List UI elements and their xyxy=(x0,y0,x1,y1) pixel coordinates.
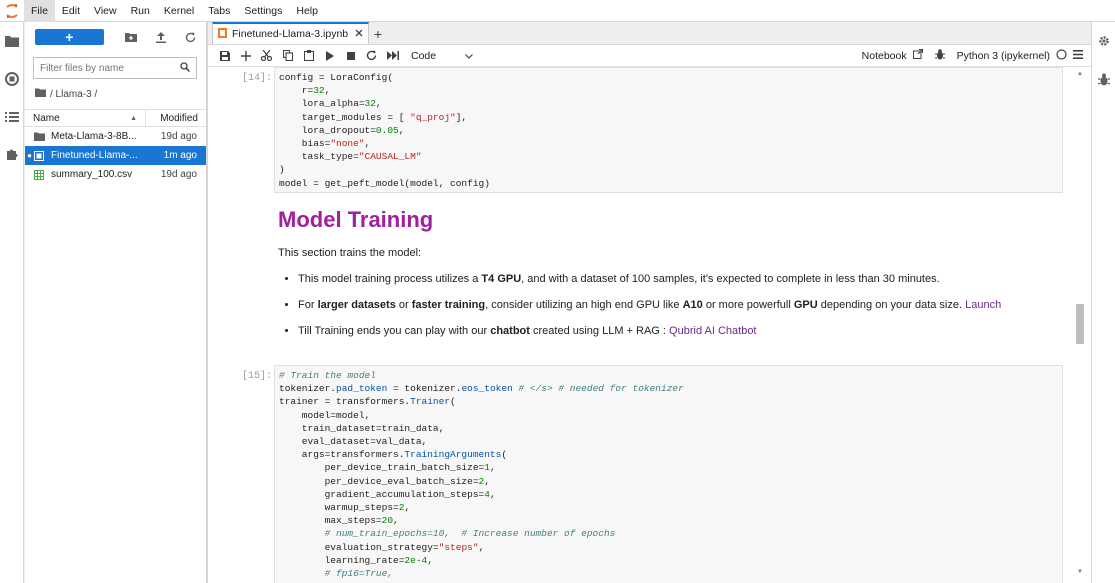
file-filter-box xyxy=(33,57,197,79)
new-folder-icon[interactable] xyxy=(116,27,146,47)
restart-icon[interactable] xyxy=(361,46,382,66)
notebook-panel: Finetuned-Llama-3.ipynb + Code Notebook … xyxy=(208,22,1091,583)
add-cell-icon[interactable] xyxy=(235,46,256,66)
tab-title: Finetuned-Llama-3.ipynb xyxy=(232,28,349,40)
extension-puzzle-icon[interactable] xyxy=(0,136,24,174)
chevron-down-icon xyxy=(465,50,473,62)
notebook-cells: [14]: config = LoraConfig( r=32, lora_al… xyxy=(208,67,1091,583)
menu-icon[interactable] xyxy=(1073,49,1083,62)
menu-view[interactable]: View xyxy=(87,0,124,22)
list-item: This model training process utilizes a T… xyxy=(298,273,1058,285)
debugger-bug-icon[interactable] xyxy=(1092,60,1115,98)
add-tab-button[interactable]: + xyxy=(369,24,387,44)
bug-icon[interactable] xyxy=(934,48,945,63)
save-icon[interactable] xyxy=(214,46,235,66)
csv-icon xyxy=(34,169,49,180)
column-header-name[interactable]: Name ▲ xyxy=(25,109,146,127)
file-row[interactable]: Meta-Llama-3-8B... 19d ago xyxy=(25,127,206,146)
launch-link[interactable]: Launch xyxy=(965,299,1001,311)
scrollbar-thumb[interactable] xyxy=(1076,304,1084,344)
notebook-label[interactable]: Notebook xyxy=(862,50,907,62)
section-heading: Model Training xyxy=(278,207,434,232)
cell-prompt: [14]: xyxy=(241,73,272,84)
fast-forward-icon[interactable] xyxy=(382,46,403,66)
menu-help[interactable]: Help xyxy=(289,0,325,22)
cell-prompt: [15]: xyxy=(241,371,272,382)
file-list-header: Name ▲ Modified xyxy=(25,109,206,127)
scroll-down-icon[interactable]: ▼ xyxy=(1077,569,1083,575)
stop-icon[interactable] xyxy=(340,46,361,66)
kernel-name[interactable]: Python 3 (ipykernel) xyxy=(957,50,1050,62)
notebook-toolbar: Code Notebook Python 3 (ipykernel) xyxy=(208,45,1091,67)
list-item: For larger datasets or faster training, … xyxy=(298,299,1058,311)
folder-icon[interactable] xyxy=(0,22,24,60)
breadcrumb: / Llama-3 / xyxy=(25,79,206,109)
tab-bar: Finetuned-Llama-3.ipynb + xyxy=(208,22,1091,45)
search-icon xyxy=(180,61,191,75)
folder-icon[interactable] xyxy=(35,88,46,100)
md-intro: This section trains the model: xyxy=(278,247,422,259)
menu-file[interactable]: File xyxy=(24,0,55,22)
file-row[interactable]: ● Finetuned-Llama-... 1m ago xyxy=(25,146,206,165)
jupyter-logo-icon xyxy=(0,0,24,22)
cell-type-select[interactable]: Code xyxy=(411,47,473,65)
tab-notebook[interactable]: Finetuned-Llama-3.ipynb xyxy=(212,22,369,44)
refresh-icon[interactable] xyxy=(176,27,206,47)
file-browser-panel: + / Llama-3 / Name ▲ Modified xyxy=(25,22,206,583)
markdown-cell[interactable]: Model Training This section trains the m… xyxy=(278,207,1058,351)
cut-icon[interactable] xyxy=(256,46,277,66)
file-modified: 19d ago xyxy=(160,169,197,180)
sort-up-icon: ▲ xyxy=(130,114,137,122)
chatbot-link[interactable]: Qubrid AI Chatbot xyxy=(669,325,756,337)
menu-tabs[interactable]: Tabs xyxy=(201,0,237,22)
property-inspector-gear-icon[interactable] xyxy=(1092,22,1115,60)
running-kernels-icon[interactable] xyxy=(0,60,24,98)
file-row[interactable]: summary_100.csv 19d ago xyxy=(25,165,206,184)
notebook-icon xyxy=(34,150,49,161)
menu-bar: File Edit View Run Kernel Tabs Settings … xyxy=(0,0,1115,22)
file-name: summary_100.csv xyxy=(51,169,133,180)
new-launcher-button[interactable]: + xyxy=(35,29,104,45)
file-modified: 1m ago xyxy=(163,150,197,161)
paste-icon[interactable] xyxy=(298,46,319,66)
file-name: Finetuned-Llama-... xyxy=(51,150,138,161)
code-cell-editor[interactable]: config = LoraConfig( r=32, lora_alpha=32… xyxy=(274,67,1063,193)
menu-run[interactable]: Run xyxy=(124,0,157,22)
menu-edit[interactable]: Edit xyxy=(55,0,87,22)
code-cell-editor[interactable]: # Train the model tokenizer.pad_token = … xyxy=(274,365,1063,583)
list-item: Till Training ends you can play with our… xyxy=(298,325,1058,337)
menu-kernel[interactable]: Kernel xyxy=(157,0,201,22)
upload-icon[interactable] xyxy=(146,27,176,47)
close-icon[interactable] xyxy=(355,28,363,40)
file-browser-toolbar: + xyxy=(25,22,206,52)
external-link-icon[interactable] xyxy=(912,48,923,62)
file-name: Meta-Llama-3-8B... xyxy=(51,131,137,142)
kernel-status-icon xyxy=(1056,48,1067,63)
column-header-modified[interactable]: Modified xyxy=(146,113,206,124)
folder-icon xyxy=(34,132,49,141)
right-activity-bar xyxy=(1091,22,1115,583)
scroll-up-icon[interactable]: ▲ xyxy=(1077,71,1083,77)
run-icon[interactable] xyxy=(319,46,340,66)
running-dot-icon: ● xyxy=(27,151,32,160)
notebook-icon xyxy=(218,27,227,41)
file-filter-input[interactable] xyxy=(40,62,180,74)
table-of-contents-icon[interactable] xyxy=(0,98,24,136)
breadcrumb-path[interactable]: / Llama-3 / xyxy=(50,89,97,100)
copy-icon[interactable] xyxy=(277,46,298,66)
left-activity-bar xyxy=(0,22,24,583)
menu-settings[interactable]: Settings xyxy=(237,0,289,22)
file-modified: 19d ago xyxy=(160,131,197,142)
